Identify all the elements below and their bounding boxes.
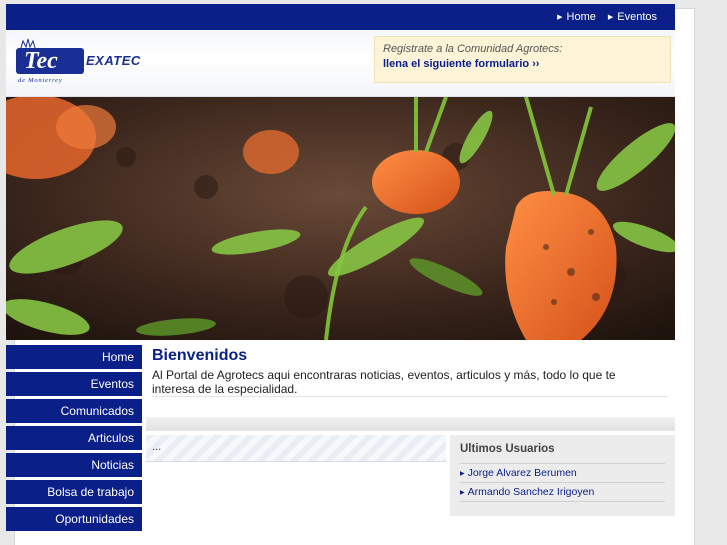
tec-exatec-logo[interactable]: Tec EXATEC de Monterrey [14, 36, 146, 88]
sidebar-item-eventos[interactable]: Eventos [6, 372, 142, 396]
sidebar-item-comunicados[interactable]: Comunicados [6, 399, 142, 423]
top-navigation-bar: ▶ Home ▶ Eventos [6, 4, 675, 30]
arrow-right-icon: ▶ [460, 489, 465, 496]
topnav-home-link[interactable]: ▶ Home [557, 11, 596, 23]
logo-tec-text: Tec [16, 48, 84, 74]
register-promo-text: Registrate a la Comunidad Agrotecs: [383, 43, 563, 55]
user-link-jorge[interactable]: ▶ Jorge Alvarez Berumen [460, 463, 665, 482]
register-form-link[interactable]: llena el siguiente formulario ›› [383, 58, 662, 70]
news-panel: ... [146, 435, 446, 462]
topnav-home-label: Home [566, 11, 596, 23]
latest-users-list: ▶ Jorge Alvarez Berumen ▶ Armando Sanche… [460, 463, 665, 502]
main-content: Bienvenidos Al Portal de Agrotecs aqui e… [152, 345, 675, 396]
user-name: Jorge Alvarez Berumen [467, 467, 577, 479]
latest-users-title: Ultimos Usuarios [460, 443, 555, 455]
arrow-right-icon: ▶ [460, 470, 465, 477]
page-title: Bienvenidos [152, 347, 248, 364]
logo-subtitle: de Monterrey [18, 77, 63, 84]
topnav-eventos-label: Eventos [617, 11, 657, 23]
sidebar-item-oportunidades[interactable]: Oportunidades [6, 507, 142, 531]
carrots-in-soil-photo [6, 97, 675, 340]
sidebar-item-noticias[interactable]: Noticias [6, 453, 142, 477]
welcome-text: Al Portal de Agrotecs aqui encontraras n… [152, 368, 616, 396]
latest-users-panel: Ultimos Usuarios ▶ Jorge Alvarez Berumen… [450, 435, 675, 516]
register-promo-box: Registrate a la Comunidad Agrotecs: llen… [374, 36, 671, 83]
content-divider [152, 396, 668, 397]
news-placeholder: ... [152, 441, 162, 453]
user-name: Armando Sanchez Irigoyen [467, 486, 595, 498]
user-link-armando[interactable]: ▶ Armando Sanchez Irigoyen [460, 482, 665, 502]
sidebar-item-articulos[interactable]: Articulos [6, 426, 142, 450]
header: Tec EXATEC de Monterrey Registrate a la … [6, 30, 675, 97]
topnav-eventos-link[interactable]: ▶ Eventos [608, 11, 657, 23]
banner-image [6, 97, 675, 340]
arrow-right-icon: ▶ [557, 14, 563, 21]
sidebar-item-home[interactable]: Home [6, 345, 142, 369]
sidebar-item-bolsa-de-trabajo[interactable]: Bolsa de trabajo [6, 480, 142, 504]
section-separator-bar [146, 417, 675, 431]
sidebar-menu: Home Eventos Comunicados Articulos Notic… [6, 345, 142, 534]
logo-exatec-text: EXATEC [86, 53, 141, 68]
arrow-right-icon: ▶ [607, 14, 614, 21]
